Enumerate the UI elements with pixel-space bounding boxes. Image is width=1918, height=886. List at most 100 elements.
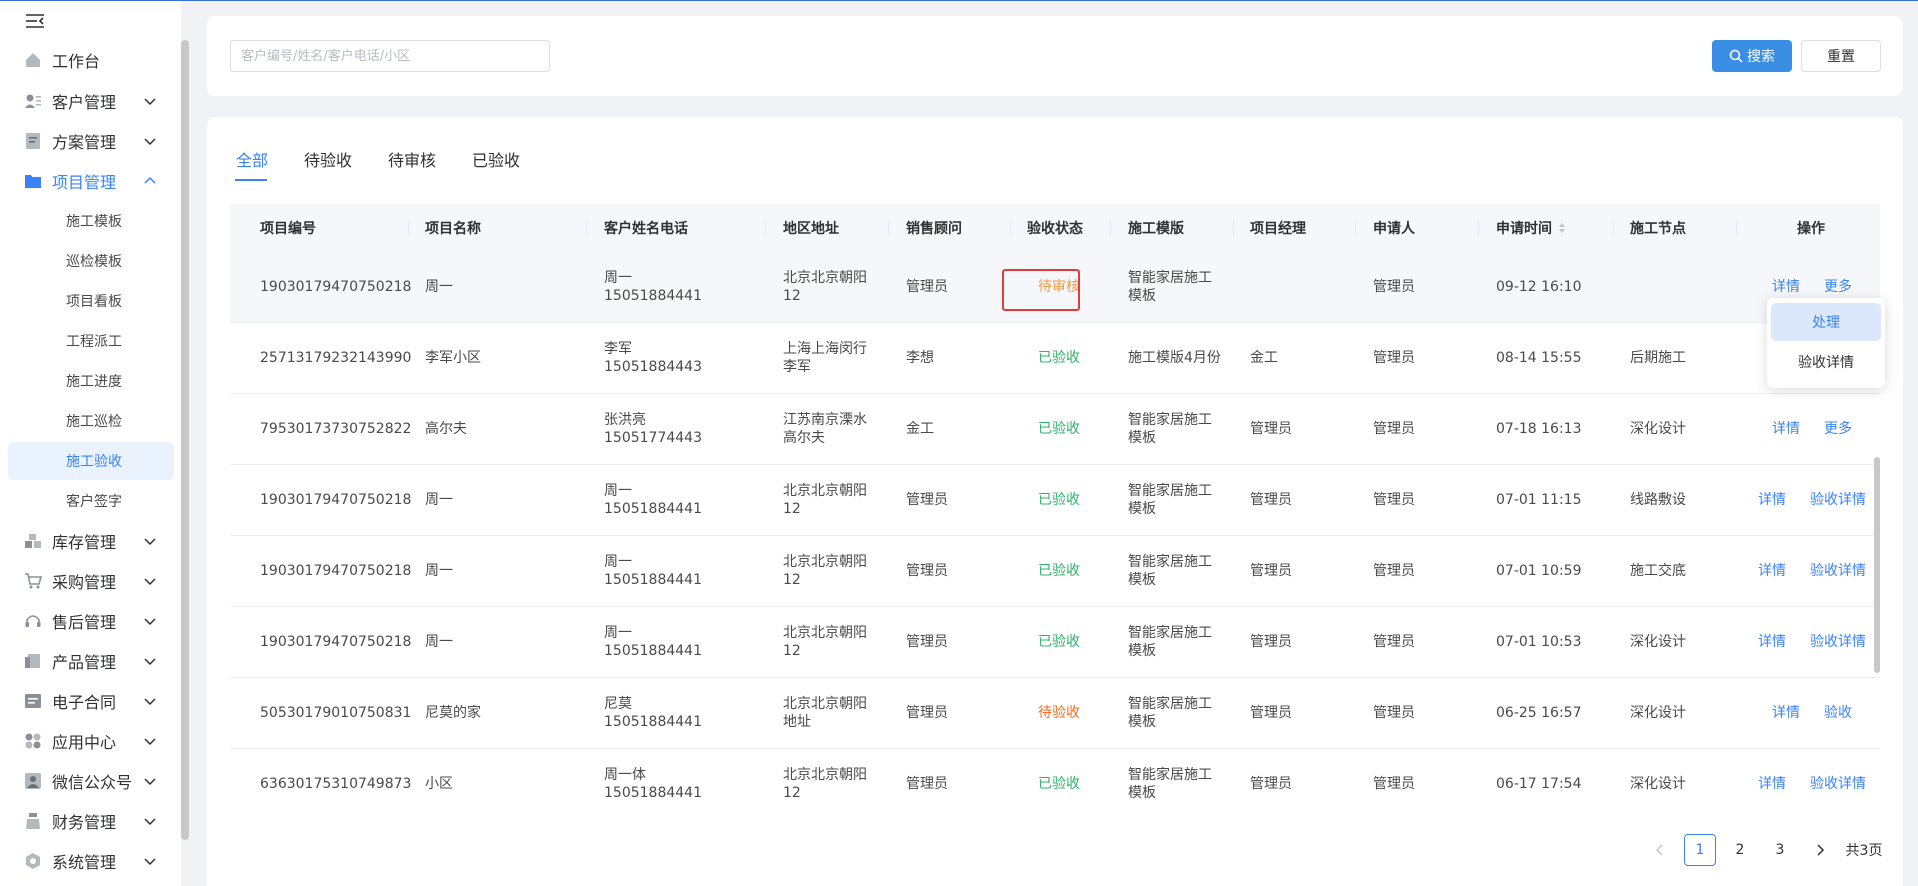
search-input[interactable] <box>230 40 550 72</box>
sidebar-subitem-project-board[interactable]: 项目看板 <box>8 282 174 320</box>
more-link[interactable]: 更多 <box>1824 420 1852 438</box>
sidebar-item-after-sales[interactable]: 售后管理 <box>8 602 174 640</box>
dropdown-item-acceptance-detail[interactable]: 验收详情 <box>1771 343 1881 381</box>
cell-customer: 周一体 15051884441 <box>604 749 754 802</box>
cell-name: 尼莫的家 <box>425 705 481 721</box>
sidebar-subitem-customer-signature[interactable]: 客户签字 <box>8 482 174 520</box>
detail-link[interactable]: 详情 <box>1758 775 1786 793</box>
detail-link[interactable]: 详情 <box>1758 562 1786 580</box>
table-row[interactable]: 19030179470750218 周一 周一 15051884441 北京北京朝阳12… <box>230 465 1880 536</box>
cell-sales: 管理员 <box>906 563 948 579</box>
acceptance-detail-link[interactable]: 验收详情 <box>1810 491 1866 509</box>
table-row[interactable]: 19030179470750218 周一 周一 15051884441 北京北京朝阳12… <box>230 536 1880 607</box>
dropdown-item-process[interactable]: 处理 <box>1771 303 1881 341</box>
cell-sales: 李想 <box>906 350 934 366</box>
customer-phone: 15051884441 <box>604 785 702 801</box>
page-3-button[interactable]: 3 <box>1764 834 1796 866</box>
tab-accepted[interactable]: 已验收 <box>472 147 520 177</box>
headset-icon <box>24 612 42 630</box>
user-icon <box>24 772 42 790</box>
search-panel: 搜索 重置 <box>207 16 1903 96</box>
table-row[interactable]: 50530179010750831 尼莫的家 尼莫 15051884441 北京北京朝阳… <box>230 678 1880 749</box>
acceptance-detail-link[interactable]: 验收详情 <box>1810 562 1866 580</box>
sidebar-subitem-progress[interactable]: 施工进度 <box>8 362 174 400</box>
sort-icon[interactable] <box>1557 222 1567 234</box>
table-row[interactable]: 63630175310749873 小区 周一体 15051884441 北京北京朝阳1… <box>230 749 1880 802</box>
page-2-button[interactable]: 2 <box>1724 834 1756 866</box>
column-header: 施工节点 <box>1630 221 1686 237</box>
table-row[interactable]: 25713179232143990 李军小区 李军 15051884443 上海上海闵行… <box>230 323 1880 394</box>
sidebar-item-label: 售后管理 <box>52 613 117 632</box>
prev-page-button[interactable] <box>1644 834 1676 866</box>
detail-link[interactable]: 详情 <box>1758 491 1786 509</box>
sidebar-item-label: 库存管理 <box>52 533 117 552</box>
column-header: 客户姓名电话 <box>604 221 688 237</box>
sidebar-item-label: 系统管理 <box>52 853 117 872</box>
cell-sales: 管理员 <box>906 705 948 721</box>
sidebar-item-customer[interactable]: 客户管理 <box>8 82 174 120</box>
column-divider <box>1010 220 1011 236</box>
cell-addr: 江苏南京溧水高尔夫 <box>783 412 867 446</box>
cell-customer: 张洪亮 15051774443 <box>604 394 754 464</box>
finance-icon <box>24 812 42 830</box>
table-scrollbar[interactable] <box>1874 457 1880 673</box>
customer-name: 周一体 <box>604 767 646 783</box>
sidebar-item-purchase[interactable]: 采购管理 <box>8 562 174 600</box>
sidebar-item-system[interactable]: 系统管理 <box>8 842 174 880</box>
cell-node: 深化设计 <box>1630 421 1686 437</box>
sidebar-subitem-patrol[interactable]: 施工巡检 <box>8 402 174 440</box>
sidebar-item-finance[interactable]: 财务管理 <box>8 802 174 840</box>
detail-link[interactable]: 详情 <box>1772 704 1800 722</box>
sidebar-subitem-construction-template[interactable]: 施工模板 <box>8 202 174 240</box>
collapse-menu-icon[interactable] <box>24 11 46 31</box>
detail-link[interactable]: 详情 <box>1772 420 1800 438</box>
tab-pending-acceptance[interactable]: 待验收 <box>304 147 352 177</box>
sidebar-item-plan[interactable]: 方案管理 <box>8 122 174 160</box>
cell-id: 19030179470750218 <box>260 634 412 650</box>
sidebar-scrollbar[interactable] <box>181 40 189 840</box>
reset-button[interactable]: 重置 <box>1801 40 1881 72</box>
column-header-label: 申请时间 <box>1496 221 1552 237</box>
sidebar-subitem-inspection-template[interactable]: 巡检模板 <box>8 242 174 280</box>
table-row[interactable]: 19030179470750218 周一 周一 15051884441 北京北京朝阳12… <box>230 607 1880 678</box>
sidebar-item-product[interactable]: 产品管理 <box>8 642 174 680</box>
cell-customer: 周一 15051884441 <box>604 607 754 677</box>
sidebar-item-contract[interactable]: 电子合同 <box>8 682 174 720</box>
sidebar-item-inventory[interactable]: 库存管理 <box>8 522 174 560</box>
cell-status: 已验收 <box>1038 776 1080 792</box>
next-page-button[interactable] <box>1804 834 1836 866</box>
sort-column-header[interactable]: 申请时间 <box>1496 204 1567 252</box>
cell-time: 07-18 16:13 <box>1496 421 1582 437</box>
more-link[interactable]: 更多 <box>1824 278 1852 296</box>
customer-phone: 15051884443 <box>604 359 702 375</box>
sidebar-item-project[interactable]: 项目管理 <box>8 162 174 200</box>
tab-pending-review[interactable]: 待审核 <box>388 147 436 177</box>
table-row[interactable]: 19030179470750218 周一 周一 15051884441 北京北京朝阳12… <box>230 252 1880 323</box>
inventory-icon <box>24 532 42 550</box>
chevron-down-icon <box>144 778 156 786</box>
sidebar-subitem-acceptance[interactable]: 施工验收 <box>8 442 174 480</box>
acceptance-detail-link[interactable]: 验收详情 <box>1810 633 1866 651</box>
sidebar-item-workbench[interactable]: 工作台 <box>8 41 174 79</box>
sidebar-item-app-center[interactable]: 应用中心 <box>8 722 174 760</box>
page-1-button[interactable]: 1 <box>1684 834 1716 866</box>
customer-icon <box>24 92 42 110</box>
cell-manager: 管理员 <box>1250 563 1292 579</box>
sidebar-subitem-dispatch[interactable]: 工程派工 <box>8 322 174 360</box>
detail-link[interactable]: 详情 <box>1772 278 1800 296</box>
cell-template: 智能家居施工模板 <box>1128 270 1212 304</box>
cell-id: 63630175310749873 <box>260 776 412 792</box>
sidebar-item-wechat[interactable]: 微信公众号 <box>8 762 174 800</box>
acceptance-detail-link[interactable]: 验收详情 <box>1810 775 1866 793</box>
cell-template: 智能家居施工模板 <box>1128 554 1212 588</box>
table-row[interactable]: 79530173730752822 高尔夫 张洪亮 15051774443 江苏南京溧水… <box>230 394 1880 465</box>
cell-addr: 北京北京朝阳12 <box>783 554 867 588</box>
cell-sales: 管理员 <box>906 279 948 295</box>
detail-link[interactable]: 详情 <box>1758 633 1786 651</box>
accept-link[interactable]: 验收 <box>1824 704 1852 722</box>
search-button[interactable]: 搜索 <box>1712 40 1792 72</box>
tab-all[interactable]: 全部 <box>236 147 268 177</box>
column-divider <box>765 220 766 236</box>
cell-status: 待审核 <box>1038 279 1080 295</box>
sidebar-item-label: 客户管理 <box>52 93 117 112</box>
